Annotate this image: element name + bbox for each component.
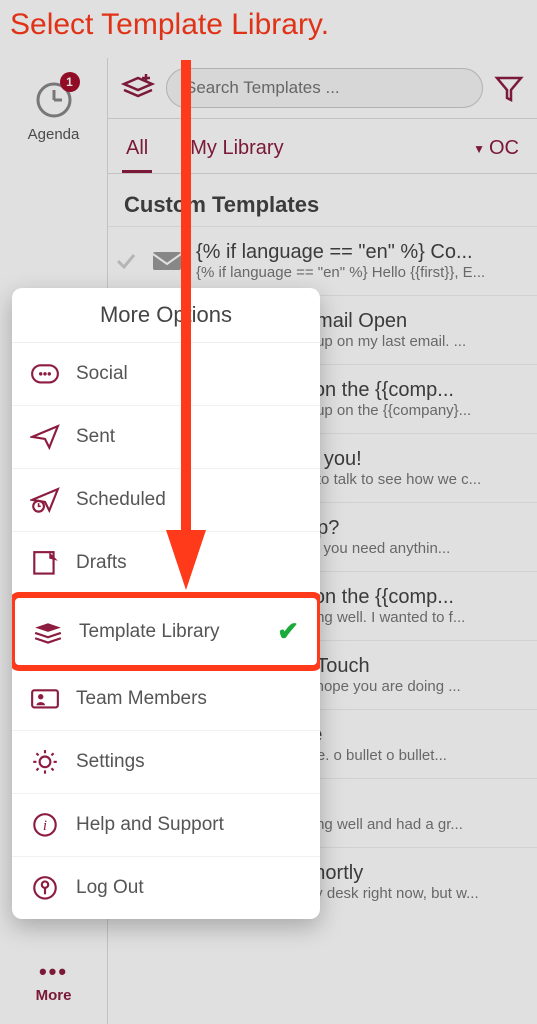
- menu-item-label: Log Out: [76, 877, 144, 899]
- menu-item-settings[interactable]: Settings: [12, 731, 320, 794]
- menu-item-scheduled[interactable]: Scheduled: [12, 469, 320, 532]
- menu-item-label: Template Library: [79, 621, 219, 643]
- svg-text:i: i: [43, 818, 47, 834]
- id-card-icon: [30, 686, 60, 712]
- menu-item-label: Settings: [76, 751, 145, 773]
- menu-item-label: Scheduled: [76, 489, 166, 511]
- chat-bubble-icon: [30, 361, 60, 387]
- menu-item-label: Social: [76, 363, 128, 385]
- menu-item-team-members[interactable]: Team Members: [12, 668, 320, 731]
- menu-item-sent[interactable]: Sent: [12, 406, 320, 469]
- menu-item-label: Drafts: [76, 552, 127, 574]
- paper-plane-icon: [30, 424, 60, 450]
- draft-pencil-icon: [30, 550, 60, 576]
- stack-layers-icon: [33, 619, 63, 645]
- keyhole-icon: [30, 875, 60, 901]
- menu-item-log-out[interactable]: Log Out: [12, 857, 320, 919]
- menu-item-drafts[interactable]: Drafts: [12, 532, 320, 595]
- checkmark-icon: ✔: [277, 616, 299, 647]
- popover-title: More Options: [12, 288, 320, 343]
- gear-icon: [30, 749, 60, 775]
- menu-item-template-library[interactable]: Template Library ✔: [12, 592, 320, 671]
- info-icon: i: [30, 812, 60, 838]
- menu-item-label: Help and Support: [76, 814, 224, 836]
- menu-item-label: Sent: [76, 426, 115, 448]
- menu-item-help-and-support[interactable]: i Help and Support: [12, 794, 320, 857]
- more-options-popover: More Options Social Sent Scheduled Drafts Te…: [12, 288, 320, 919]
- menu-item-label: Team Members: [76, 688, 207, 710]
- scheduled-send-icon: [30, 487, 60, 513]
- menu-item-social[interactable]: Social: [12, 343, 320, 406]
